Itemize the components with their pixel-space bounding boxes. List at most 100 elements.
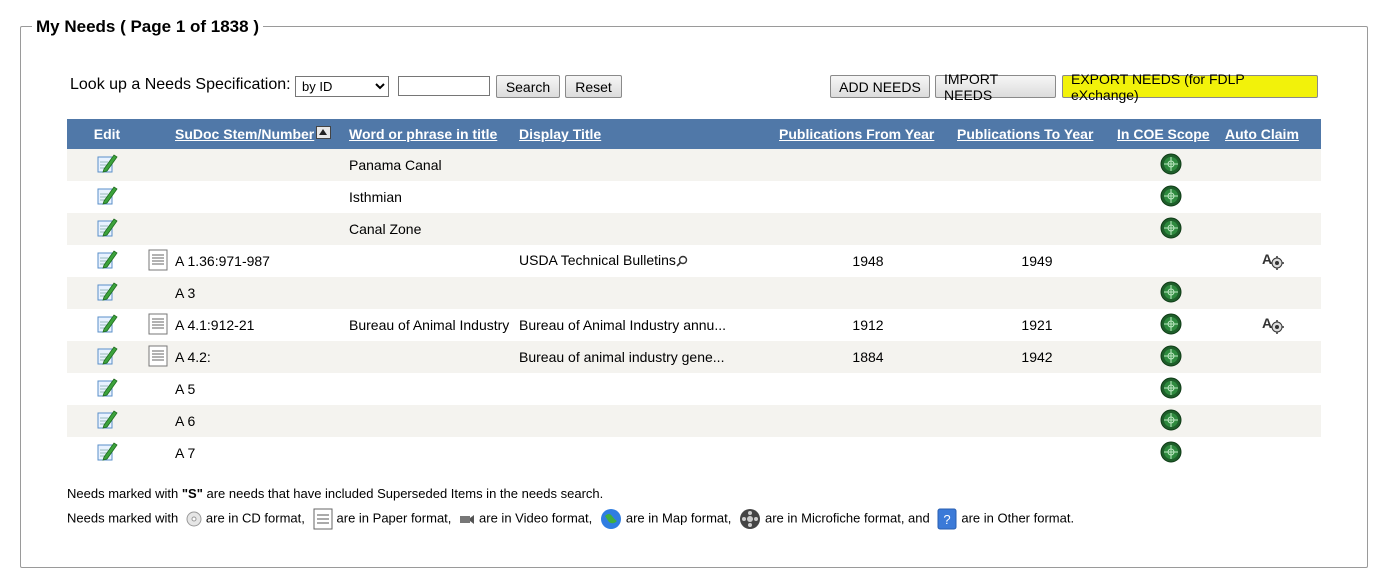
sudoc-cell: [175, 149, 349, 181]
from-year-cell: [779, 213, 957, 245]
display-title-text: Bureau of Animal Industry annu...: [519, 317, 727, 333]
edit-cell: [67, 373, 147, 405]
col-edit: Edit: [67, 119, 147, 149]
col-sudoc-label[interactable]: SuDoc Stem/Number: [175, 126, 314, 142]
note-text: are in Paper format,: [336, 510, 452, 526]
svg-text:A: A: [1262, 251, 1272, 267]
display-title-cell: [519, 213, 779, 245]
edit-cell: [67, 309, 147, 341]
edit-icon[interactable]: [96, 377, 118, 402]
auto-claim-gear-icon[interactable]: A: [1261, 249, 1285, 274]
doc-cell: [147, 149, 175, 181]
search-button[interactable]: Search: [496, 75, 560, 98]
table-row: A 4.1:912-21 Bureau of Animal Industry Bur…: [67, 309, 1321, 341]
table-row: Panama Canal: [67, 149, 1321, 181]
display-title-cell: [519, 181, 779, 213]
note-text: are in Video format,: [479, 510, 593, 526]
coe-scope-globe-icon: [1160, 377, 1182, 402]
col-from-year[interactable]: Publications From Year: [779, 119, 957, 149]
microfiche-icon: [740, 509, 760, 529]
display-title-cell: [519, 149, 779, 181]
import-needs-button[interactable]: IMPORT NEEDS: [935, 71, 1056, 103]
sudoc-cell: A 4.2:: [175, 341, 349, 373]
word-cell: [349, 245, 519, 277]
auto-claim-cell: A: [1225, 245, 1321, 277]
word-cell: [349, 341, 519, 373]
magnifier-icon[interactable]: [676, 254, 688, 270]
table-row: Canal Zone: [67, 213, 1321, 245]
word-cell: Panama Canal: [349, 149, 519, 181]
col-word[interactable]: Word or phrase in title: [349, 119, 519, 149]
coe-scope-globe-icon: [1160, 345, 1182, 370]
sort-ascending-icon[interactable]: [316, 126, 332, 139]
col-auto-claim[interactable]: Auto Claim: [1225, 119, 1321, 149]
auto-claim-cell: [1225, 181, 1321, 213]
display-title-cell: [519, 437, 779, 469]
col-display-title[interactable]: Display Title: [519, 119, 779, 149]
add-needs-button[interactable]: ADD NEEDS: [830, 75, 930, 98]
auto-claim-gear-icon[interactable]: A: [1261, 313, 1285, 338]
auto-claim-cell: [1225, 213, 1321, 245]
map-globe-icon: [600, 509, 621, 529]
table-row: A 7: [67, 437, 1321, 469]
needs-table: Edit SuDoc Stem/Number Word or phrase in…: [67, 119, 1321, 469]
doc-cell: [147, 213, 175, 245]
edit-icon[interactable]: [96, 217, 118, 242]
auto-claim-cell: [1225, 149, 1321, 181]
note-text: Needs marked with: [67, 486, 182, 501]
sudoc-cell: A 7: [175, 445, 196, 461]
note-text: Needs marked with: [67, 510, 179, 526]
edit-icon[interactable]: [96, 185, 118, 210]
video-icon: [460, 515, 475, 524]
display-title-cell: Bureau of animal industry gene...: [519, 341, 779, 373]
col-to-year[interactable]: Publications To Year: [957, 119, 1117, 149]
from-year-cell: 1948: [852, 253, 884, 269]
auto-claim-cell: [1225, 277, 1321, 309]
display-title-text: Bureau of animal industry gene...: [519, 349, 725, 365]
table-row: Isthmian: [67, 181, 1321, 213]
to-year-cell: 1942: [957, 341, 1117, 373]
note-text: are in Other format.: [961, 510, 1075, 526]
coe-scope-cell: [1117, 437, 1225, 469]
note-text: are in Map format,: [625, 510, 732, 526]
coe-scope-globe-icon: [1160, 281, 1182, 306]
edit-cell: [67, 181, 147, 213]
display-title-cell: [519, 405, 779, 437]
paper-document-icon[interactable]: [147, 249, 169, 274]
lookup-input[interactable]: [398, 76, 490, 96]
from-year-cell: [779, 181, 957, 213]
from-year-cell: [779, 405, 957, 437]
edit-icon[interactable]: [96, 345, 118, 370]
reset-button[interactable]: Reset: [565, 75, 622, 98]
display-title-cell: [519, 373, 779, 405]
page-title: My Needs ( Page 1 of 1838 ): [32, 17, 263, 37]
col-coe-scope[interactable]: In COE Scope: [1117, 119, 1225, 149]
doc-cell: [147, 437, 175, 469]
coe-scope-cell: [1117, 405, 1225, 437]
edit-icon[interactable]: [96, 409, 118, 434]
paper-document-icon[interactable]: [147, 313, 169, 338]
auto-claim-cell: [1225, 437, 1321, 469]
edit-icon[interactable]: [96, 441, 118, 466]
edit-icon[interactable]: [96, 153, 118, 178]
edit-icon[interactable]: [96, 281, 118, 306]
edit-icon[interactable]: [96, 249, 118, 274]
sudoc-cell: A 6: [175, 405, 349, 437]
coe-scope-cell: [1117, 277, 1225, 309]
doc-cell: [147, 309, 175, 341]
col-sudoc[interactable]: SuDoc Stem/Number: [175, 119, 349, 149]
edit-icon[interactable]: [96, 313, 118, 338]
table-row: A 6: [67, 405, 1321, 437]
paper-icon: [313, 508, 333, 530]
edit-cell: [67, 149, 147, 181]
word-cell: Bureau of Animal Industry: [349, 317, 510, 333]
format-legend: Needs marked with are in CD format, are …: [67, 508, 1074, 530]
export-needs-button[interactable]: EXPORT NEEDS (for FDLP eXchange): [1062, 71, 1318, 103]
display-title-cell: USDA Technical Bulletins: [519, 245, 779, 277]
paper-document-icon[interactable]: [147, 345, 169, 370]
to-year-cell: [957, 373, 1117, 405]
doc-cell: [147, 181, 175, 213]
coe-scope-cell: [1117, 213, 1225, 245]
lookup-type-select[interactable]: by ID: [295, 76, 389, 97]
superseded-note: Needs marked with "S" are needs that hav…: [67, 486, 603, 501]
